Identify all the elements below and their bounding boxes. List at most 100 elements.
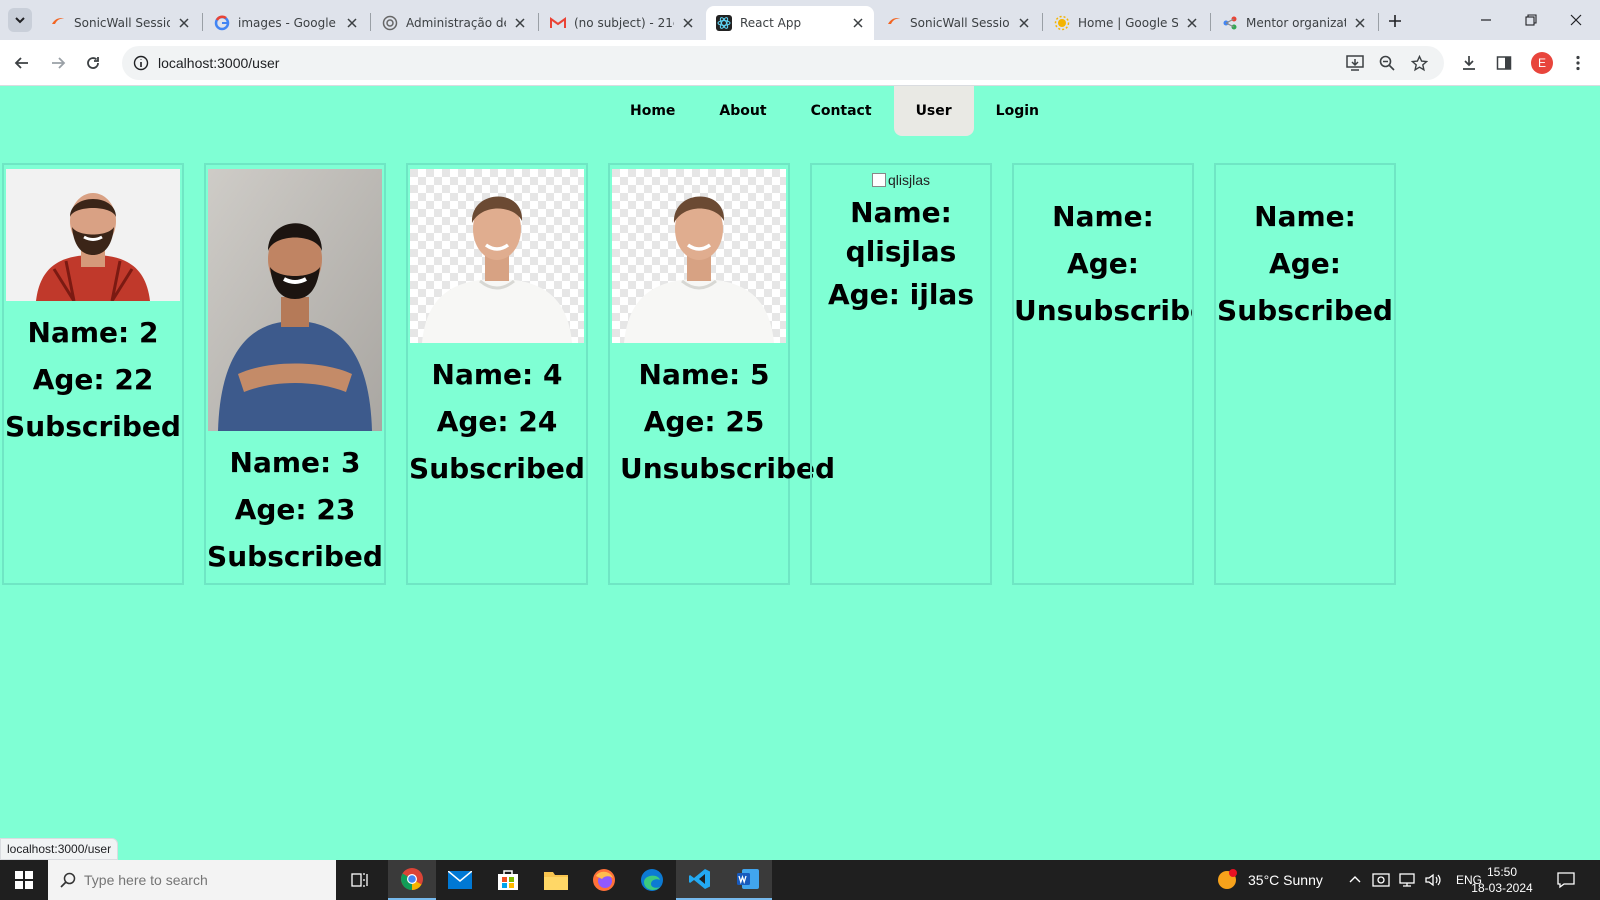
user-info: Name: 5 Age: 25 Unsubscribed — [610, 343, 836, 492]
user-photo — [410, 169, 584, 343]
tab-sonicwall-2[interactable]: SonicWall Session — [876, 6, 1040, 40]
more-vert-icon — [1576, 55, 1580, 71]
user-name: Name: 3 — [229, 446, 361, 479]
zoom-button[interactable] — [1375, 51, 1399, 75]
nav-user-link[interactable]: User — [893, 86, 974, 136]
windows-icon — [15, 871, 33, 889]
main-nav: Home About Contact User Login — [608, 86, 1061, 136]
forward-button[interactable] — [46, 51, 70, 75]
user-photo — [6, 169, 180, 301]
close-icon[interactable] — [680, 15, 696, 31]
taskbar-store[interactable] — [484, 860, 532, 900]
nav-login-link[interactable]: Login — [974, 86, 1061, 136]
taskbar-mail[interactable] — [436, 860, 484, 900]
reload-button[interactable] — [81, 51, 105, 75]
close-icon[interactable] — [344, 15, 360, 31]
user-info: Name: Age: Subscribed — [1216, 165, 1394, 334]
taskbar-search[interactable] — [48, 860, 336, 900]
taskbar-file-explorer[interactable] — [532, 860, 580, 900]
user-card: Name: Age: Subscribed — [1214, 163, 1396, 585]
new-tab-button[interactable] — [1384, 10, 1406, 32]
close-icon[interactable] — [1016, 15, 1032, 31]
profile-avatar[interactable]: E — [1531, 52, 1553, 74]
security-icon[interactable] — [1372, 872, 1390, 888]
chevron-up-icon[interactable] — [1348, 873, 1362, 887]
volume-icon[interactable] — [1424, 872, 1442, 888]
close-icon[interactable] — [1184, 15, 1200, 31]
bookmark-button[interactable] — [1407, 51, 1431, 75]
minimize-button[interactable] — [1474, 8, 1498, 32]
taskbar-chrome[interactable] — [388, 860, 436, 900]
gmail-icon — [550, 15, 566, 31]
browser-tab-strip: SonicWall Session images - Google S Admi… — [0, 0, 1600, 40]
store-icon — [498, 870, 518, 890]
user-name: Name: 4 — [431, 358, 563, 391]
tab-gmail[interactable]: (no subject) - 21c — [540, 6, 704, 40]
word-icon — [737, 869, 759, 889]
back-button[interactable] — [10, 51, 34, 75]
image-alt-text: qlisjlas — [887, 172, 930, 188]
tab-title: Mentor organizati — [1246, 16, 1346, 30]
tab-google-images[interactable]: images - Google S — [204, 6, 368, 40]
taskbar-firefox[interactable] — [580, 860, 628, 900]
clock[interactable]: 15:50 18-03-2024 — [1470, 864, 1534, 896]
taskbar-search-input[interactable] — [84, 872, 314, 888]
install-app-button[interactable] — [1343, 51, 1367, 75]
user-name: Name: — [1254, 200, 1356, 233]
google-icon — [214, 15, 230, 31]
tab-title: SonicWall Session — [74, 16, 170, 30]
close-window-button[interactable] — [1564, 8, 1588, 32]
user-photo — [208, 169, 382, 431]
close-icon[interactable] — [1352, 15, 1368, 31]
tab-react-app[interactable]: React App — [706, 6, 874, 40]
close-icon[interactable] — [512, 15, 528, 31]
info-icon[interactable] — [132, 54, 150, 72]
user-status: Unsubscribed — [620, 452, 836, 485]
user-age: Age: — [1269, 247, 1341, 280]
user-card: Name: 4 Age: 24 Subscribed — [406, 163, 588, 585]
user-card: Name: Age: Unsubscribed — [1012, 163, 1194, 585]
broken-image-icon — [871, 173, 886, 187]
edge-icon — [641, 869, 663, 891]
taskbar-edge[interactable] — [628, 860, 676, 900]
menu-button[interactable] — [1566, 51, 1590, 75]
notifications-button[interactable] — [1544, 860, 1588, 900]
user-age: Age: — [1067, 247, 1139, 280]
minimize-icon — [1481, 19, 1491, 21]
folder-icon — [544, 872, 568, 890]
tab-search-button[interactable] — [8, 8, 32, 32]
system-tray: ENG — [1348, 860, 1482, 900]
task-view-button[interactable] — [336, 860, 384, 900]
nav-about-link[interactable]: About — [697, 86, 788, 136]
tab-title: images - Google S — [238, 16, 338, 30]
restore-button[interactable] — [1519, 8, 1543, 32]
tab-openai-admin[interactable]: Administração de — [372, 6, 536, 40]
user-name: Name: 5 — [638, 358, 770, 391]
tab-title: Home | Google Su — [1078, 16, 1178, 30]
downloads-button[interactable] — [1457, 51, 1481, 75]
user-card: Name: 3 Age: 23 Subscribed — [204, 163, 386, 585]
close-icon[interactable] — [176, 15, 192, 31]
address-input[interactable] — [158, 46, 1058, 80]
user-age: Age: 25 — [643, 405, 765, 438]
tab-sonicwall-1[interactable]: SonicWall Session — [40, 6, 200, 40]
tab-google-sites[interactable]: Home | Google Su — [1044, 6, 1208, 40]
taskbar-vscode[interactable] — [676, 860, 724, 900]
clock-time: 15:50 — [1486, 865, 1518, 879]
firefox-icon — [593, 869, 615, 891]
sonicwall-icon — [886, 15, 902, 31]
user-name: Name: 2 — [27, 316, 159, 349]
nav-contact-link[interactable]: Contact — [789, 86, 894, 136]
address-bar[interactable] — [122, 46, 1444, 80]
weather-widget[interactable]: 35°C Sunny — [1216, 860, 1323, 900]
network-icon[interactable] — [1398, 872, 1416, 888]
tab-mentor[interactable]: Mentor organizati — [1212, 6, 1376, 40]
sun-icon — [1218, 869, 1237, 889]
taskbar-word[interactable] — [724, 860, 772, 900]
nav-home-link[interactable]: Home — [608, 86, 697, 136]
tab-title: React App — [740, 16, 802, 30]
side-panel-button[interactable] — [1492, 51, 1516, 75]
weather-text: 35°C Sunny — [1248, 872, 1323, 888]
close-icon[interactable] — [850, 15, 866, 31]
start-button[interactable] — [0, 860, 48, 900]
